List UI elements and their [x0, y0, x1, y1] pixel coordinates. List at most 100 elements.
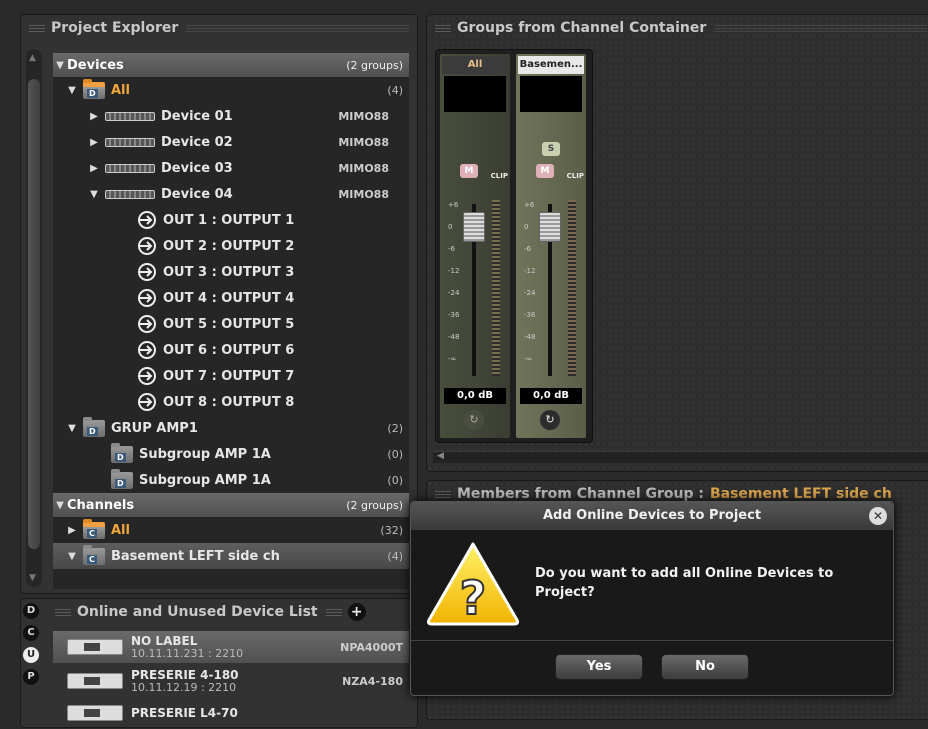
online-device-name: PRESERIE L4-70 — [131, 705, 238, 720]
yes-button[interactable]: Yes — [555, 654, 643, 680]
output-label: OUT 1 : OUTPUT 1 — [163, 212, 295, 228]
output-row[interactable]: OUT 5 : OUTPUT 5 — [53, 311, 409, 337]
scale-label: +6 — [448, 201, 459, 209]
output-row[interactable]: OUT 8 : OUTPUT 8 — [53, 389, 409, 415]
online-device-row[interactable]: NO LABEL 10.11.11.231 : 2210 NPA4000T — [53, 631, 409, 663]
scrollbar-thumb[interactable] — [28, 79, 40, 549]
scale-label: +6 — [524, 201, 535, 209]
device-name: Device 01 — [161, 108, 233, 124]
scale-label: -6 — [524, 245, 531, 253]
device-name: Device 02 — [161, 134, 233, 150]
solo-button[interactable]: S — [542, 142, 560, 156]
device-folder-icon: D — [83, 78, 105, 99]
output-port-icon — [138, 289, 156, 307]
gain-readout[interactable]: 0,0 dB — [444, 388, 506, 404]
fader-knob[interactable] — [463, 212, 485, 242]
scale-label: -∞ — [448, 355, 457, 363]
expand-arrow-icon[interactable]: ▼ — [65, 423, 79, 434]
mute-button[interactable]: M — [536, 164, 554, 178]
output-label: OUT 6 : OUTPUT 6 — [163, 342, 295, 358]
strip-name[interactable]: Basemen... — [518, 56, 584, 74]
grip-icon — [186, 24, 409, 32]
device-row[interactable]: ▶ Device 01 MIMO88 — [53, 103, 409, 129]
channel-group-label: All — [111, 522, 130, 538]
channel-group-all[interactable]: ▶ C All (32) — [53, 517, 409, 543]
scroll-up-icon[interactable]: ▲ — [29, 53, 36, 63]
expand-arrow-icon[interactable]: ▼ — [87, 189, 101, 200]
grip-icon — [29, 24, 45, 32]
expand-arrow-icon[interactable]: ▼ — [65, 551, 79, 562]
online-device-row[interactable]: PRESERIE 4-180 10.11.12.19 : 2210 NZA4-1… — [53, 665, 409, 697]
output-row[interactable]: OUT 2 : OUTPUT 2 — [53, 233, 409, 259]
output-row[interactable]: OUT 4 : OUTPUT 4 — [53, 285, 409, 311]
device-row[interactable]: ▶ Device 02 MIMO88 — [53, 129, 409, 155]
channel-group-count: (32) — [380, 523, 403, 537]
groups-title: Groups from Channel Container — [457, 20, 707, 36]
grip-icon — [325, 608, 342, 616]
subgroup-count: (0) — [387, 447, 403, 461]
view-button-d[interactable]: D — [23, 603, 39, 619]
output-row[interactable]: OUT 3 : OUTPUT 3 — [53, 259, 409, 285]
output-row[interactable]: OUT 1 : OUTPUT 1 — [53, 207, 409, 233]
rotate-icon[interactable]: ↻ — [540, 410, 560, 430]
output-label: OUT 7 : OUTPUT 7 — [163, 368, 295, 384]
output-row[interactable]: OUT 7 : OUTPUT 7 — [53, 363, 409, 389]
expand-arrow-icon[interactable]: ▼ — [53, 60, 67, 71]
scroll-down-icon[interactable]: ▼ — [29, 573, 36, 583]
level-meter — [492, 200, 500, 376]
expand-arrow-icon[interactable]: ▼ — [53, 500, 67, 511]
device-icon — [105, 189, 155, 199]
channel-strip-basement[interactable]: Basemen... S M CLIP +6 0 -6 -12 -24 -36 … — [516, 54, 586, 438]
members-group-name: Basement LEFT side ch — [709, 486, 892, 502]
device-row[interactable]: ▼ Device 04 MIMO88 — [53, 181, 409, 207]
channels-section-label: Channels — [67, 497, 135, 513]
grip-icon — [435, 24, 451, 32]
device-icon — [105, 111, 155, 121]
view-button-p[interactable]: P — [23, 669, 39, 685]
rotate-icon[interactable]: ↻ — [464, 410, 484, 430]
scroll-left-icon[interactable]: ◀ — [437, 451, 444, 461]
level-meter — [568, 200, 576, 376]
expand-arrow-icon[interactable]: ▶ — [87, 163, 101, 174]
subgroup-label: Subgroup AMP 1A — [139, 472, 271, 488]
device-group-all[interactable]: ▼ D All (4) — [53, 77, 409, 103]
output-port-icon — [138, 263, 156, 281]
devices-section[interactable]: ▼ Devices (2 groups) — [53, 53, 409, 77]
online-device-model: NPA4000T — [340, 640, 403, 654]
subgroup-label: Subgroup AMP 1A — [139, 446, 271, 462]
add-icon[interactable]: + — [347, 603, 366, 621]
channel-strip-all[interactable]: All M CLIP +6 0 -6 -12 -24 -36 -48 -∞ 0,… — [440, 54, 510, 438]
scale-label: -36 — [448, 311, 460, 319]
project-explorer-header: Project Explorer — [21, 15, 417, 41]
no-button[interactable]: No — [661, 654, 749, 680]
channel-group-label: Basement LEFT side ch — [111, 548, 280, 564]
devices-section-label: Devices — [67, 57, 124, 73]
device-row[interactable]: ▶ Device 03 MIMO88 — [53, 155, 409, 181]
view-button-u[interactable]: U — [23, 647, 39, 663]
view-button-c[interactable]: C — [23, 625, 39, 641]
expand-arrow-icon[interactable]: ▼ — [65, 85, 79, 96]
channel-group-basement[interactable]: ▼ C Basement LEFT side ch (4) — [53, 543, 409, 569]
scale-label: -48 — [524, 333, 536, 341]
vertical-scrollbar[interactable]: ▲ ▼ — [26, 49, 42, 587]
expand-arrow-icon[interactable]: ▶ — [87, 137, 101, 148]
output-label: OUT 8 : OUTPUT 8 — [163, 394, 295, 410]
gain-readout[interactable]: 0,0 dB — [520, 388, 582, 404]
output-row[interactable]: OUT 6 : OUTPUT 6 — [53, 337, 409, 363]
expand-arrow-icon[interactable]: ▶ — [65, 525, 79, 536]
horizontal-scrollbar[interactable]: ◀ — [433, 451, 928, 463]
channels-section[interactable]: ▼ Channels (2 groups) — [53, 493, 409, 517]
channel-strips: All M CLIP +6 0 -6 -12 -24 -36 -48 -∞ 0,… — [435, 49, 593, 443]
close-icon[interactable]: ✕ — [869, 507, 887, 525]
mute-button[interactable]: M — [460, 164, 478, 178]
expand-arrow-icon[interactable]: ▶ — [87, 111, 101, 122]
device-group-label: GRUP AMP1 — [111, 420, 198, 436]
device-group-grup-amp1[interactable]: ▼ D GRUP AMP1 (2) — [53, 415, 409, 441]
subgroup-row[interactable]: D Subgroup AMP 1A (0) — [53, 441, 409, 467]
online-device-row[interactable]: PRESERIE L4-70 — [53, 697, 409, 729]
strip-name[interactable]: All — [442, 56, 508, 74]
online-device-name: NO LABEL — [131, 633, 198, 648]
subgroup-row[interactable]: D Subgroup AMP 1A (0) — [53, 467, 409, 493]
online-device-name: PRESERIE 4-180 — [131, 667, 239, 682]
fader-knob[interactable] — [539, 212, 561, 242]
